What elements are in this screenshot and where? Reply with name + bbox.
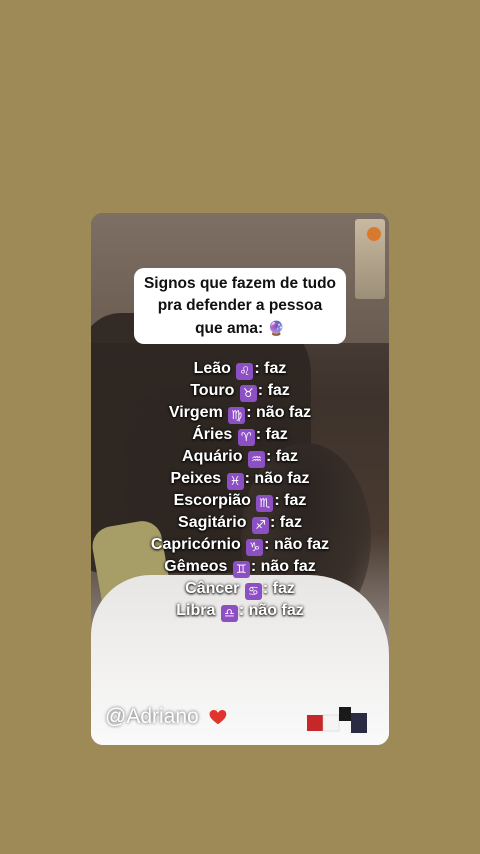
sagittarius-icon: ♐ — [251, 517, 269, 534]
list-item: Áries ♈: faz — [91, 424, 389, 446]
libra-icon: ♎ — [220, 605, 238, 622]
zodiac-list: Leão ♌: faz Touro ♉: faz Virgem ♍: não f… — [91, 358, 389, 622]
title-line-2: pra defender a pessoa — [157, 297, 323, 314]
sign-result: : não faz — [250, 558, 316, 575]
sign-name: Sagitário — [178, 514, 247, 531]
list-item: Peixes ♓: não faz — [91, 468, 389, 490]
sign-name: Aquário — [182, 448, 243, 465]
video-frame[interactable]: Signos que fazem de tudo pra defender a … — [91, 213, 389, 745]
sign-name: Touro — [190, 382, 235, 399]
sign-result: : faz — [257, 382, 290, 399]
cancer-icon: ♋ — [244, 583, 262, 600]
sign-result: : não faz — [238, 602, 304, 619]
list-item: Escorpião ♏: faz — [91, 490, 389, 512]
sign-name: Peixes — [170, 470, 222, 487]
sign-result: : não faz — [244, 470, 310, 487]
crystal-ball-icon: 🔮 — [267, 320, 285, 336]
list-item: Libra ♎: não faz — [91, 600, 389, 622]
shirt-logo — [307, 707, 367, 733]
sign-result: : não faz — [264, 536, 330, 553]
aquarius-icon: ♒ — [247, 451, 265, 468]
list-item: Câncer ♋: faz — [91, 578, 389, 600]
sign-name: Capricórnio — [150, 536, 241, 553]
creator-watermark: @Adriano — [105, 705, 229, 729]
sign-result: : faz — [265, 448, 298, 465]
list-item: Sagitário ♐: faz — [91, 512, 389, 534]
list-item: Leão ♌: faz — [91, 358, 389, 380]
sign-name: Escorpião — [173, 492, 251, 509]
poster-dot — [367, 227, 381, 241]
sign-name: Gêmeos — [164, 558, 228, 575]
title-box: Signos que fazem de tudo pra defender a … — [134, 268, 346, 344]
sign-name: Câncer — [185, 580, 240, 597]
scorpio-icon: ♏ — [256, 495, 274, 512]
sign-result: : faz — [274, 492, 307, 509]
taurus-icon: ♉ — [239, 385, 257, 402]
sign-result: : faz — [269, 514, 302, 531]
list-item: Capricórnio ♑: não faz — [91, 534, 389, 556]
sign-result: : não faz — [246, 404, 312, 421]
sign-result: : faz — [255, 426, 288, 443]
leo-icon: ♌ — [236, 363, 254, 380]
heart-on-fire-icon — [209, 707, 226, 725]
sign-name: Libra — [176, 602, 216, 619]
sign-result: : faz — [254, 360, 287, 377]
sign-result: : faz — [262, 580, 295, 597]
capricorn-icon: ♑ — [246, 539, 264, 556]
sign-name: Leão — [193, 360, 231, 377]
virgo-icon: ♍ — [228, 407, 246, 424]
gemini-icon: ♊ — [232, 561, 250, 578]
list-item: Virgem ♍: não faz — [91, 402, 389, 424]
list-item: Touro ♉: faz — [91, 380, 389, 402]
creator-handle: @Adriano — [105, 705, 199, 728]
pisces-icon: ♓ — [226, 473, 244, 490]
sign-name: Áries — [192, 426, 233, 443]
sign-name: Virgem — [168, 404, 223, 421]
aries-icon: ♈ — [237, 429, 255, 446]
list-item: Aquário ♒: faz — [91, 446, 389, 468]
list-item: Gêmeos ♊: não faz — [91, 556, 389, 578]
title-line-3: que ama: — [195, 320, 264, 337]
title-line-1: Signos que fazem de tudo — [143, 275, 337, 292]
